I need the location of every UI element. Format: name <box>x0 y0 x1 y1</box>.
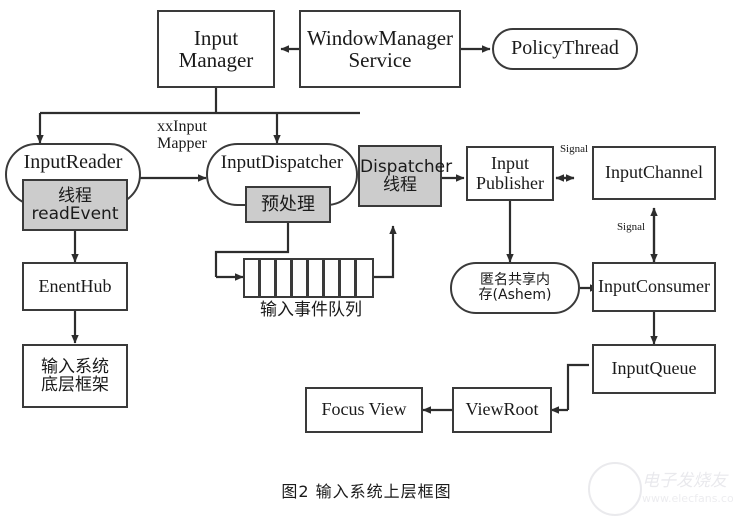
node-enent-hub[interactable]: EnentHub <box>22 262 128 311</box>
node-reader-thread[interactable]: 线程 readEvent <box>22 179 128 231</box>
queue-cell[interactable] <box>339 258 356 298</box>
queue-cell[interactable] <box>259 258 276 298</box>
node-input-consumer-label: InputConsumer <box>598 276 710 297</box>
queue-cell[interactable] <box>291 258 308 298</box>
node-input-queue-label: InputQueue <box>611 358 697 379</box>
node-windowmanager-service-label: WindowManager Service <box>306 25 454 72</box>
node-windowmanager-service[interactable]: WindowManager Service <box>299 10 461 88</box>
figure-caption: 图2 输入系统上层框图 <box>281 482 452 501</box>
node-input-publisher-label: Input Publisher <box>475 153 544 193</box>
node-focus-view[interactable]: Focus View <box>305 387 423 433</box>
label-xxinput-mapper: xxInput Mapper <box>157 118 207 152</box>
node-ashem[interactable]: 匿名共享内 存(Ashem) <box>450 262 580 314</box>
node-enent-hub-label: EnentHub <box>38 275 112 296</box>
node-input-channel-label: InputChannel <box>605 162 703 183</box>
queue-cell[interactable] <box>307 258 324 298</box>
node-view-root-label: ViewRoot <box>465 399 539 420</box>
node-input-channel[interactable]: InputChannel <box>592 146 716 200</box>
node-reader-thread-label: 线程 readEvent <box>31 185 119 224</box>
node-policy-thread-label: PolicyThread <box>511 37 619 60</box>
queue-cell[interactable] <box>275 258 292 298</box>
node-focus-view-label: Focus View <box>321 399 407 420</box>
edge-queue-to-dispatcherthread <box>373 225 397 279</box>
node-input-manager-label: Input Manager <box>178 25 254 72</box>
node-input-publisher[interactable]: Input Publisher <box>466 146 554 201</box>
label-signal-horizontal: Signal <box>559 143 589 155</box>
node-input-framework[interactable]: 输入系统 底层框架 <box>22 344 128 408</box>
node-policy-thread[interactable]: PolicyThread <box>492 28 638 70</box>
label-event-queue-caption: 输入事件队列 <box>260 300 362 320</box>
node-ashem-label: 匿名共享内 存(Ashem) <box>478 272 552 303</box>
queue-cell[interactable] <box>323 258 340 298</box>
node-input-consumer[interactable]: InputConsumer <box>592 262 716 312</box>
queue-cell[interactable] <box>355 258 374 298</box>
node-input-dispatcher-label: InputDispatcher <box>220 152 344 173</box>
queue-cell[interactable] <box>243 258 260 298</box>
node-input-queue[interactable]: InputQueue <box>592 344 716 394</box>
node-view-root[interactable]: ViewRoot <box>452 387 552 433</box>
label-signal-vertical: Signal <box>616 221 646 233</box>
node-input-framework-label: 输入系统 底层框架 <box>41 356 109 395</box>
node-preprocess[interactable]: 预处理 <box>245 186 331 223</box>
edge-inputqueue-elbow <box>566 363 589 410</box>
node-preprocess-label: 预处理 <box>261 193 315 215</box>
node-dispatcher-thread-label: Dispatcher 线程 <box>360 156 453 195</box>
node-input-reader-label: InputReader <box>23 151 123 173</box>
node-dispatcher-thread[interactable]: Dispatcher 线程 <box>358 145 453 207</box>
node-input-manager[interactable]: Input Manager <box>157 10 275 88</box>
figure-canvas: Input Manager WindowManager Service Poli… <box>0 0 733 526</box>
